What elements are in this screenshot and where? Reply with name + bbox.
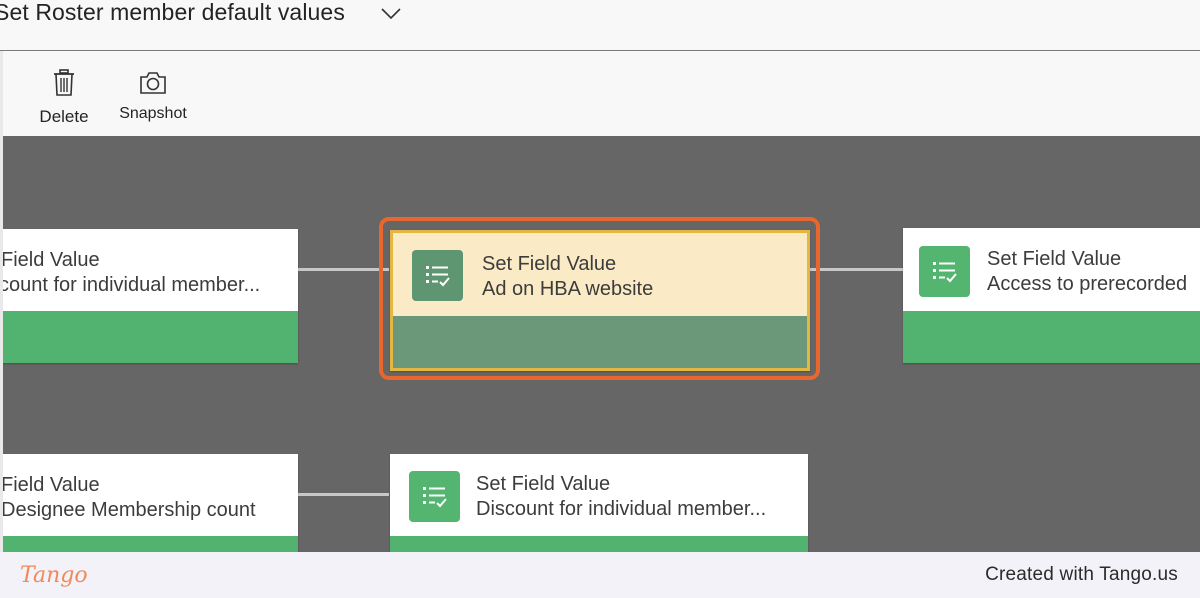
title-bar: Set Roster member default values [0,0,1200,50]
app-window: Set Roster member default values Delete [0,0,1200,552]
node-subtitle: Designee Membership count [3,499,256,521]
node-title: Field Value [3,249,100,271]
node-subtitle: count for individual member... [3,274,261,296]
snapshot-button[interactable]: Snapshot [112,51,194,136]
flow-node-selected[interactable]: Set Field Value Ad on HBA website [390,230,810,371]
node-subtitle: Discount for individual member... [476,498,767,520]
delete-button[interactable]: Delete [32,51,96,136]
footer: Tango Created with Tango.us [0,552,1200,598]
node-subtitle: Ad on HBA website [482,278,654,300]
chevron-down-icon[interactable] [380,5,402,21]
list-check-icon [409,471,460,522]
flow-node[interactable]: Set Field Value Access to prerecorded [903,228,1200,363]
node-footer-strip [3,311,298,363]
flow-node[interactable]: Field Value count for individual member.… [3,229,298,363]
node-footer-strip [903,311,1200,363]
flow-node[interactable]: Field Value Designee Membership count [3,454,298,552]
flow-canvas[interactable]: Field Value count for individual member.… [3,136,1200,552]
toolbar: Delete Snapshot [0,51,1200,136]
node-title: Set Field Value [482,253,617,275]
list-check-icon [919,246,970,297]
node-title: Set Field Value [987,248,1122,270]
connector-line [297,493,389,496]
trash-icon [52,69,76,97]
tango-logo: Tango [20,560,90,590]
node-title: Field Value [3,474,100,496]
created-with-text: Created with Tango.us [985,564,1178,585]
list-check-icon [412,250,463,301]
node-footer-strip [3,536,298,552]
snapshot-button-label: Snapshot [119,105,187,122]
node-footer-strip [390,536,808,552]
node-title: Set Field Value [476,473,611,495]
connector-line [297,268,389,271]
delete-button-label: Delete [39,107,89,126]
node-subtitle: Access to prerecorded [987,273,1188,295]
connector-line [810,268,903,271]
page-title: Set Roster member default values [0,0,345,25]
node-footer-strip [393,316,807,368]
camera-icon [139,71,167,95]
svg-text:Tango: Tango [20,563,88,588]
flow-node[interactable]: Set Field Value Discount for individual … [390,454,808,552]
